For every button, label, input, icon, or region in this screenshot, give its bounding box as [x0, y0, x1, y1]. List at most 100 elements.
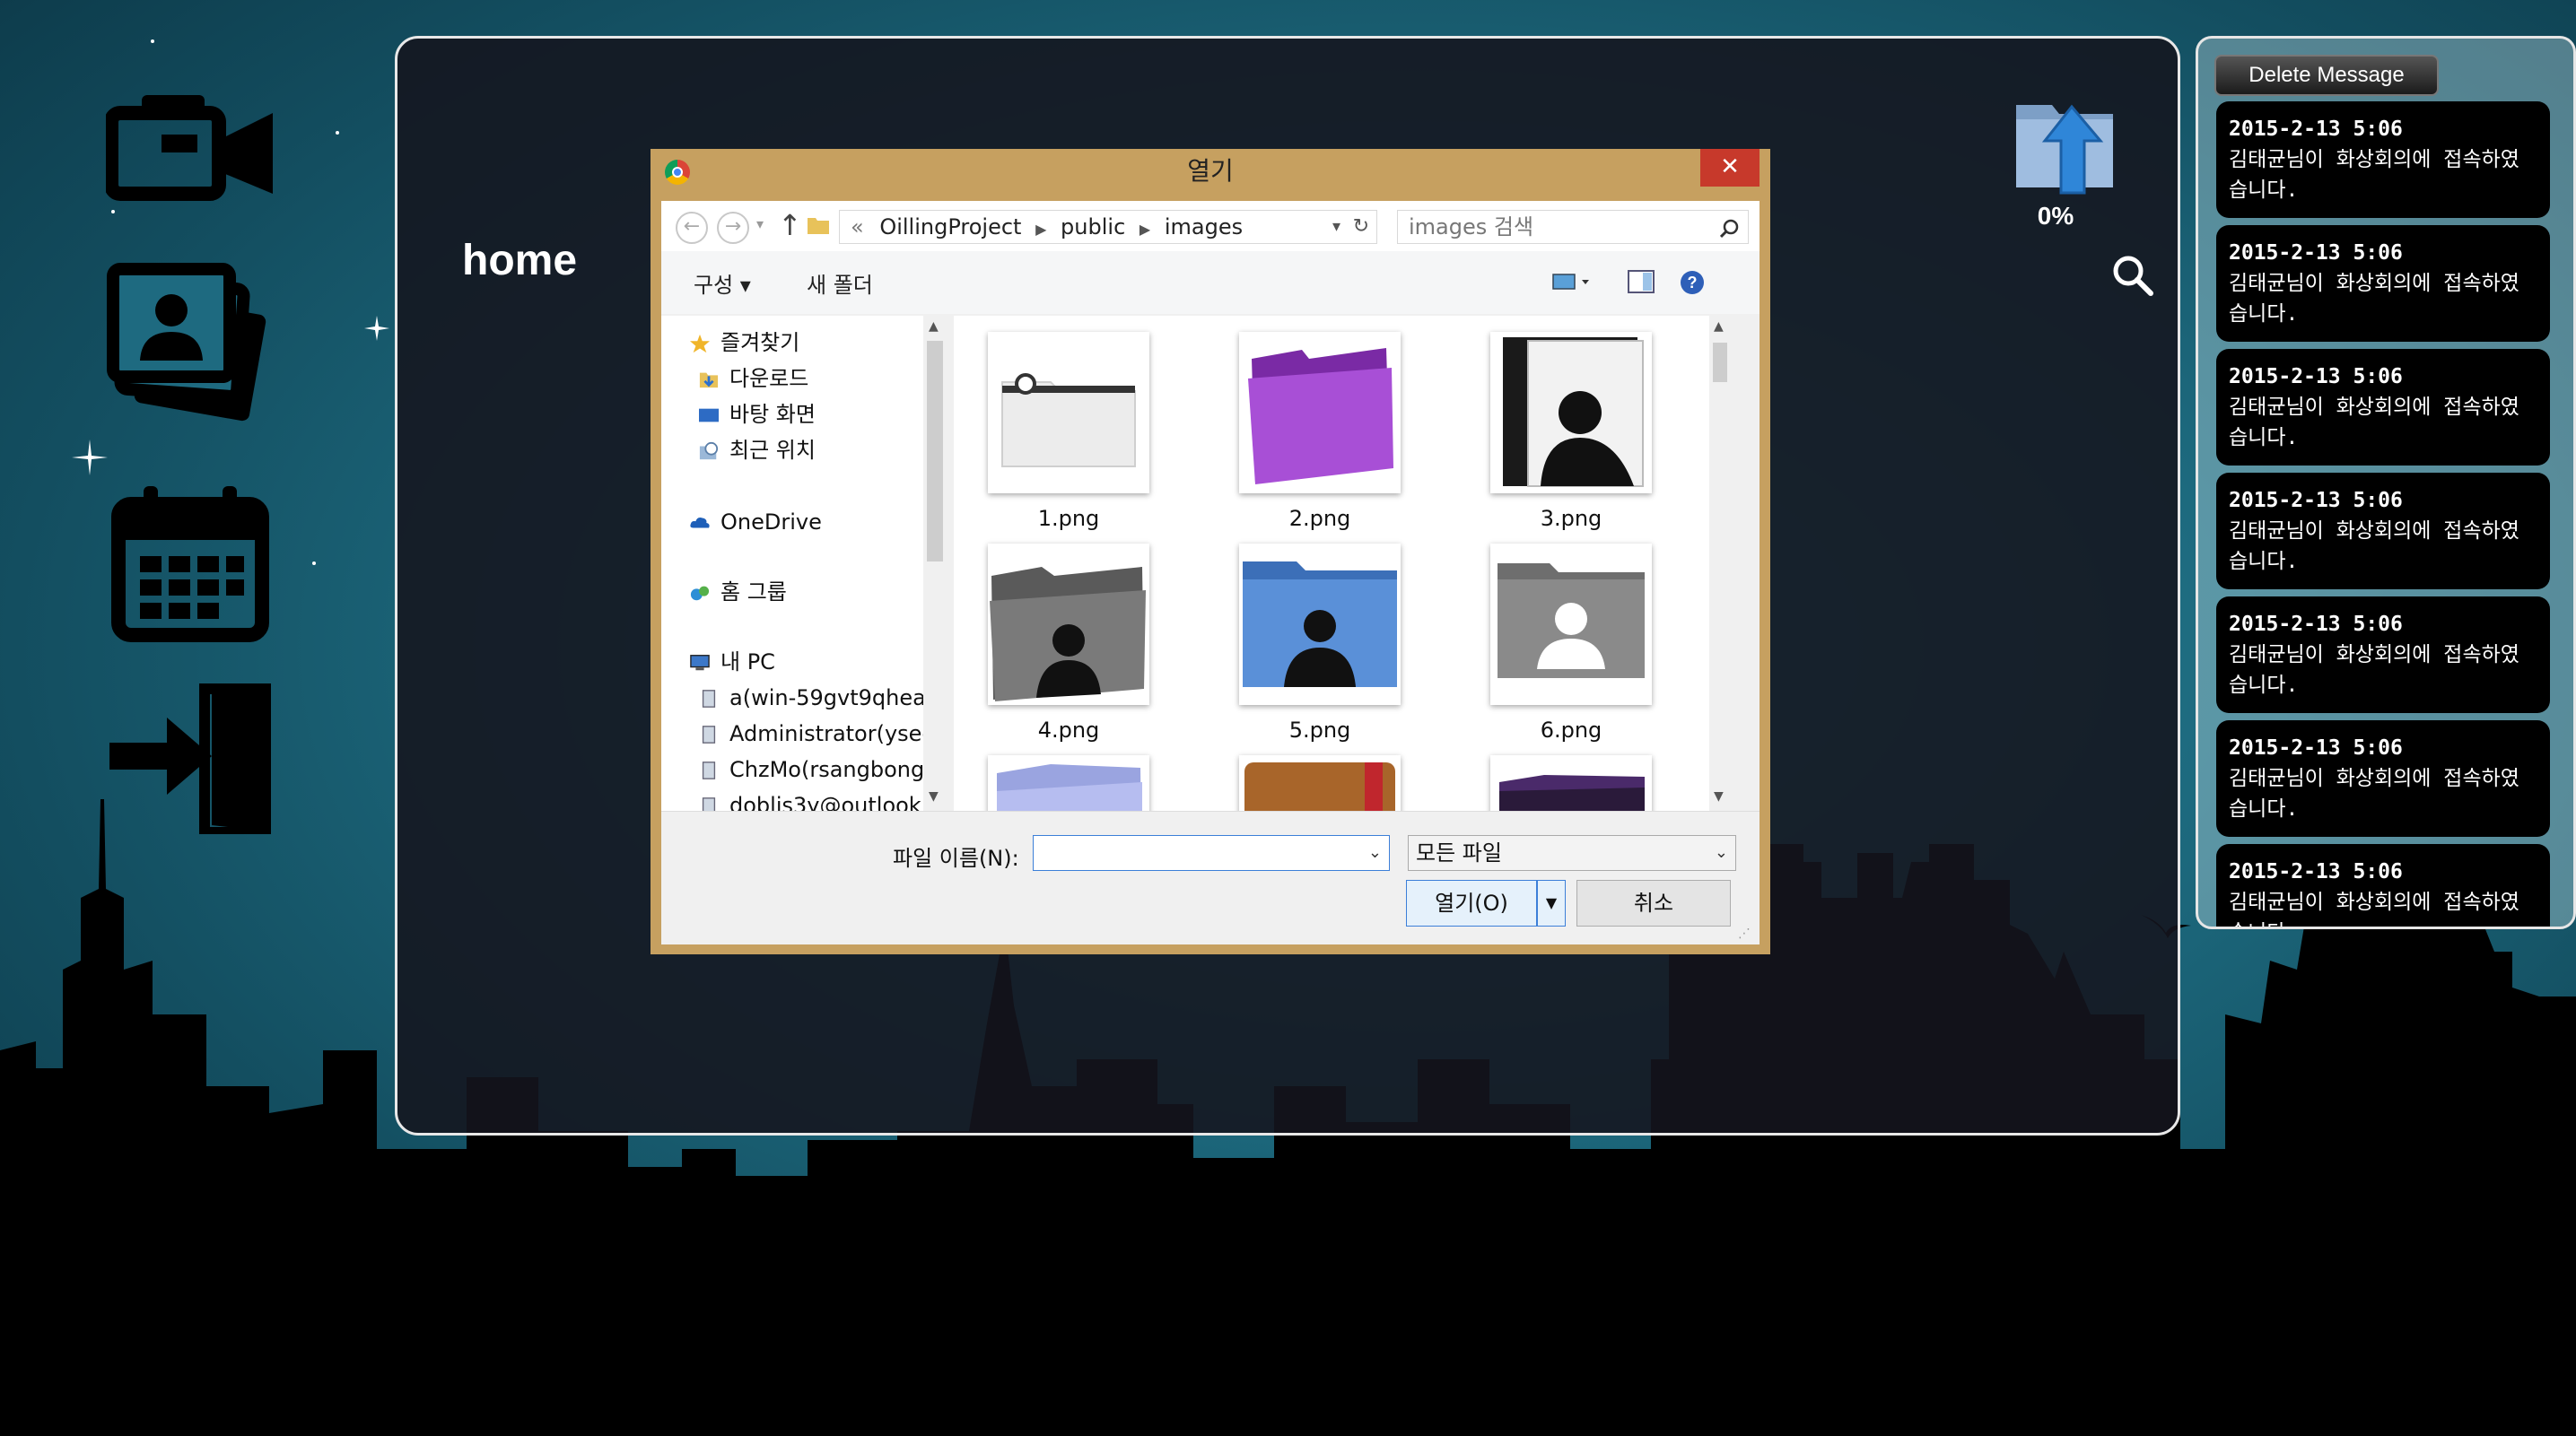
tree-item-desktop[interactable]: 바탕 화면: [697, 398, 816, 431]
pc-icon: [690, 655, 710, 671]
tree-item-downloads[interactable]: 다운로드: [697, 362, 808, 395]
breadcrumb-item[interactable]: images: [1165, 214, 1243, 239]
message-card: 2015-2-13 5:06 김태균님이 화상회의에 접속하였습니다.: [2216, 225, 2550, 342]
file-item[interactable]: 5.png: [1239, 544, 1401, 750]
scroll-up-icon[interactable]: ▲: [1714, 319, 1724, 334]
file-item[interactable]: [988, 755, 1149, 811]
nav-exit-button[interactable]: [106, 682, 276, 838]
homegroup-icon: [690, 586, 710, 601]
tree-item-label: OneDrive: [720, 509, 822, 535]
tree-item-user-folder[interactable]: ChzMo(rsangbong: [697, 753, 924, 786]
message-card: 2015-2-13 5:06 김태균님이 화상회의에 접속하였습니다.: [2216, 473, 2550, 589]
tree-item-label: 즐겨찾기: [720, 330, 800, 355]
close-button[interactable]: ✕: [1700, 149, 1760, 187]
recent-places-icon: [699, 441, 719, 460]
tree-item-onedrive[interactable]: OneDrive: [688, 506, 822, 538]
file-thumbnail: [1490, 755, 1652, 811]
refresh-icon[interactable]: ↻: [1353, 211, 1369, 243]
file-thumbnail: [988, 755, 1149, 811]
nav-video-button[interactable]: [104, 86, 276, 239]
message-time: 2015-2-13 5:06: [2229, 613, 2403, 636]
tree-item-homegroup[interactable]: 홈 그룹: [688, 576, 787, 608]
file-item[interactable]: 6.png: [1490, 544, 1652, 750]
navigation-tree: 즐겨찾기 다운로드 바탕 화면 최근 위치 OneDrive 홈 그룹 내 PC…: [661, 316, 947, 811]
preview-pane-icon[interactable]: [1627, 269, 1655, 294]
scrollbar-thumb[interactable]: [927, 341, 943, 561]
file-name: 3.png: [1540, 506, 1602, 531]
open-button[interactable]: 열기(O): [1406, 880, 1537, 927]
filename-input[interactable]: ⌄: [1033, 835, 1390, 871]
message-time: 2015-2-13 5:06: [2229, 860, 2403, 883]
file-thumbnail: [988, 332, 1149, 493]
search-icon[interactable]: [1720, 219, 1740, 239]
delete-message-button[interactable]: Delete Message: [2214, 55, 2439, 96]
search-input[interactable]: images 검색: [1397, 210, 1749, 244]
message-time: 2015-2-13 5:06: [2229, 117, 2403, 141]
cancel-button[interactable]: 취소: [1576, 880, 1731, 927]
message-card: 2015-2-13 5:06 김태균님이 화상회의에 접속하였습니다.: [2216, 844, 2550, 927]
message-card: 2015-2-13 5:06 김태균님이 화상회의에 접속하였습니다.: [2216, 101, 2550, 218]
tree-item-pc[interactable]: 내 PC: [688, 646, 775, 678]
scroll-down-icon[interactable]: ▼: [929, 789, 939, 804]
address-dropdown-icon[interactable]: ▾: [1332, 211, 1340, 243]
breadcrumb-overflow[interactable]: «: [851, 214, 864, 239]
breadcrumb-item[interactable]: OillingProject: [879, 214, 1021, 239]
tree-item-label: 다운로드: [729, 366, 809, 391]
nav-photos-button[interactable]: [106, 260, 276, 422]
message-text: 김태균님이 화상회의에 접속하였습니다.: [2229, 148, 2519, 202]
file-item[interactable]: [1239, 755, 1401, 811]
blue-user-folder-icon: [1243, 561, 1397, 687]
user-folder-icon: [702, 690, 716, 708]
file-list: 1.png 2.png 3.png 4.png 5.png 6.png ▲ ▼: [954, 316, 1731, 811]
breadcrumb-item[interactable]: public: [1061, 214, 1125, 239]
file-name: 4.png: [1037, 718, 1100, 743]
toolbar: 구성 ▾ 새 폴더 ?: [661, 251, 1760, 314]
breadcrumb-separator-icon[interactable]: ▶: [1035, 221, 1046, 238]
help-icon[interactable]: ?: [1679, 269, 1706, 296]
scrollbar-thumb[interactable]: [1713, 343, 1727, 382]
new-folder-button[interactable]: 새 폴더: [807, 267, 873, 299]
message-card: 2015-2-13 5:06 김태균님이 화상회의에 접속하였습니다.: [2216, 596, 2550, 713]
message-card: 2015-2-13 5:06 김태균님이 화상회의에 접속하였습니다.: [2216, 720, 2550, 837]
tree-scrollbar[interactable]: ▲ ▼: [923, 316, 947, 811]
tree-item-label: 홈 그룹: [720, 579, 787, 605]
back-button[interactable]: ←: [676, 212, 708, 244]
scroll-up-icon[interactable]: ▲: [929, 319, 939, 334]
star-decoration: [336, 131, 339, 135]
folder-icon: [1001, 373, 1136, 467]
open-options-button[interactable]: ▼: [1537, 880, 1566, 927]
photos-icon: [107, 263, 266, 422]
filetype-select[interactable]: 모든 파일 ⌄: [1408, 835, 1736, 871]
tree-item-recent[interactable]: 최근 위치: [697, 434, 816, 466]
tree-item-user-folder[interactable]: doblis3y@outlook: [697, 789, 921, 811]
file-item[interactable]: 3.png: [1490, 332, 1652, 538]
up-folder-button[interactable]: ↑: [778, 208, 802, 242]
file-item[interactable]: 2.png: [1239, 332, 1401, 538]
file-item[interactable]: 4.png: [988, 544, 1149, 750]
file-list-scrollbar[interactable]: ▲ ▼: [1709, 316, 1731, 811]
history-dropdown-icon[interactable]: ▾: [756, 215, 764, 232]
view-options-icon[interactable]: [1551, 271, 1593, 292]
organize-menu[interactable]: 구성 ▾: [694, 267, 751, 299]
file-item[interactable]: [1490, 755, 1652, 811]
tree-item-user-folder[interactable]: a(win-59gvt9qhea: [697, 682, 926, 714]
nav-calendar-button[interactable]: [106, 481, 276, 642]
chevron-down-icon[interactable]: ⌄: [1715, 836, 1728, 870]
file-name: 2.png: [1288, 506, 1351, 531]
scroll-down-icon[interactable]: ▼: [1714, 789, 1724, 804]
dialog-footer: 파일 이름(N): ⌄ 모든 파일 ⌄ 열기(O) ▼ 취소 ⋰: [661, 811, 1760, 944]
resize-grip-icon[interactable]: ⋰: [1738, 927, 1751, 941]
search-icon[interactable]: [2111, 254, 2154, 297]
gray-user-folder-icon: [990, 567, 1146, 701]
breadcrumb-separator-icon[interactable]: ▶: [1140, 221, 1150, 238]
tree-item-user-folder[interactable]: Administrator(ysec: [697, 718, 934, 750]
file-name: 1.png: [1037, 506, 1100, 531]
tree-item-favorites[interactable]: 즐겨찾기: [688, 326, 799, 359]
file-thumbnail: [1490, 544, 1652, 705]
forward-button[interactable]: →: [717, 212, 749, 244]
user-folder-icon: [702, 726, 716, 744]
chevron-down-icon[interactable]: ⌄: [1368, 836, 1382, 870]
message-text: 김태균님이 화상회의에 접속하였습니다.: [2229, 396, 2519, 449]
file-item[interactable]: 1.png: [988, 332, 1149, 538]
breadcrumb[interactable]: « OillingProject ▶ public ▶ images ▾ ↻: [839, 210, 1377, 244]
